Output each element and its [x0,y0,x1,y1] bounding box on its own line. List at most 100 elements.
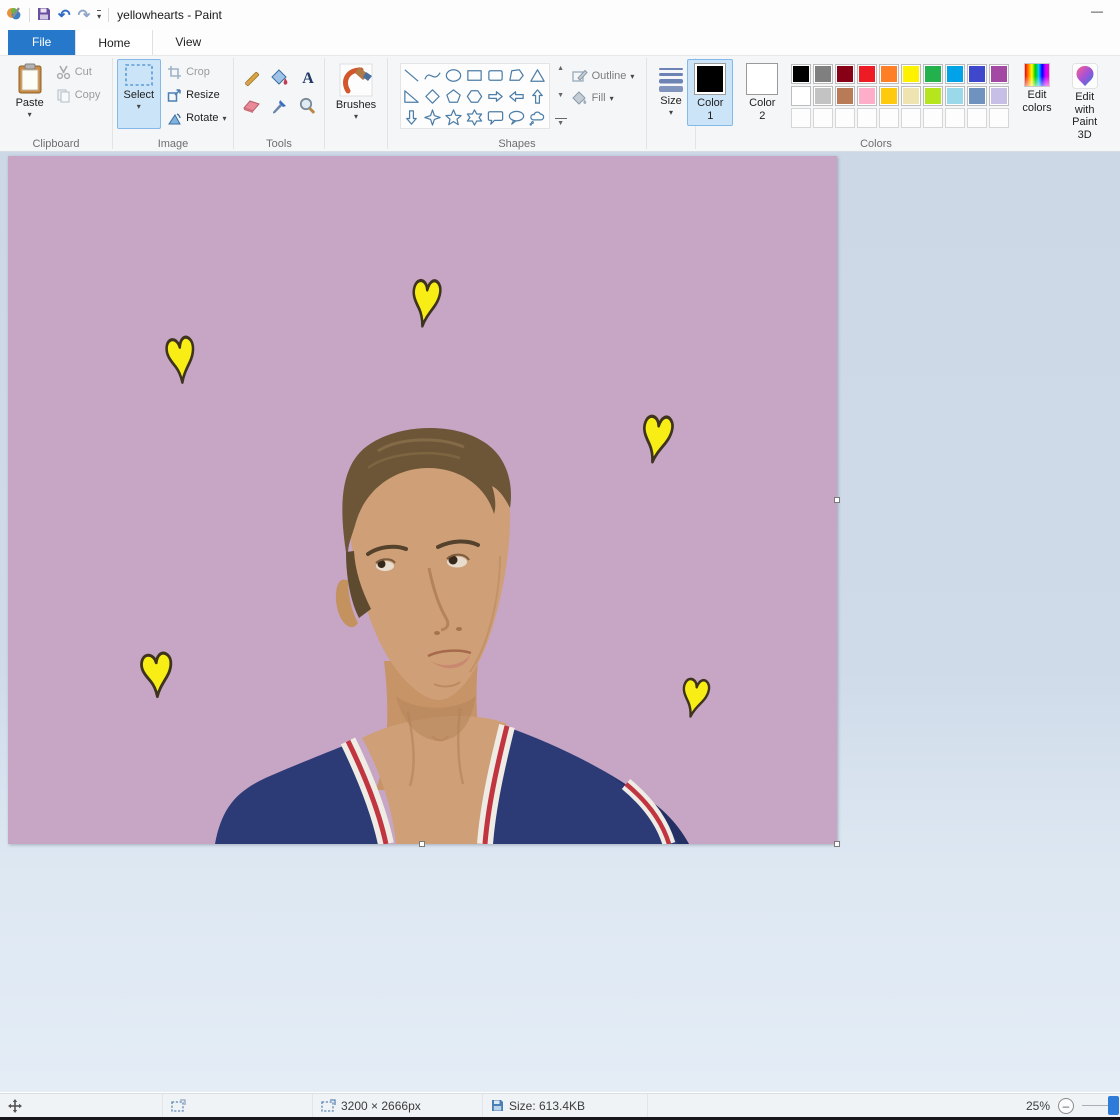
paste-icon [17,63,43,95]
heart-drawing [141,653,173,698]
palette-empty-slot[interactable] [791,108,811,128]
canvas-resize-handle-corner[interactable] [834,841,840,847]
shape-rectangle-button[interactable] [465,65,485,85]
shape-right-triangle-button[interactable] [402,86,422,106]
palette-color-swatch[interactable] [967,64,987,84]
tab-file[interactable]: File [8,29,75,55]
shape-right-arrow-button[interactable] [486,86,506,106]
palette-color-swatch[interactable] [945,64,965,84]
shape-rounded-rectangle-callout-button[interactable] [486,107,506,127]
shape-polygon-button[interactable] [507,65,527,85]
fill-with-color-tool-button[interactable] [267,65,291,89]
eraser-tool-button[interactable] [239,93,263,117]
palette-empty-slot[interactable] [813,108,833,128]
palette-color-swatch[interactable] [923,64,943,84]
shape-line-button[interactable] [402,65,422,85]
shape-four-point-star-button[interactable] [423,107,443,127]
palette-color-swatch[interactable] [813,86,833,106]
palette-color-swatch[interactable] [901,64,921,84]
shape-rounded-rectangle-button[interactable] [486,65,506,85]
fill-button[interactable]: Fill ▾ [572,91,635,105]
canvas-resize-handle-bottom[interactable] [419,841,425,847]
rotate-button[interactable]: Rotate ▾ [164,107,229,129]
shape-down-arrow-button[interactable] [402,107,422,127]
quick-access-toolbar: ↶ ↷ ▾ [6,6,109,25]
redo-button[interactable]: ↷ [78,8,91,23]
brushes-button[interactable]: Brushes ▾ [329,59,383,125]
palette-color-swatch[interactable] [989,64,1009,84]
palette-color-swatch[interactable] [835,64,855,84]
shape-left-arrow-icon [507,87,526,106]
select-dropdown-icon: ▾ [137,102,141,111]
color2-button[interactable]: Color2 [739,59,785,126]
save-button[interactable] [37,7,51,23]
palette-color-swatch[interactable] [923,86,943,106]
shape-triangle-button[interactable] [528,65,548,85]
shapes-scroll-up-button[interactable]: ▲ [555,65,567,72]
shape-cloud-callout-button[interactable] [528,107,548,127]
shape-diamond-button[interactable] [423,86,443,106]
edit-with-paint3d-button[interactable]: Edit withPaint 3D [1065,59,1105,146]
edit-colors-button[interactable]: Editcolors [1015,59,1058,118]
paste-button[interactable]: Paste ▾ [9,59,51,123]
shape-left-arrow-button[interactable] [507,86,527,106]
color1-button[interactable]: Color1 [687,59,733,126]
shapes-more-button[interactable]: ▼ [555,118,567,127]
palette-color-swatch[interactable] [857,64,877,84]
palette-empty-slot[interactable] [857,108,877,128]
text-tool-button[interactable]: A [295,65,319,89]
palette-empty-slot[interactable] [923,108,943,128]
qat-customize-button[interactable]: ▾ [97,10,101,21]
resize-button[interactable]: Resize [164,84,229,106]
palette-color-swatch[interactable] [879,64,899,84]
palette-color-swatch[interactable] [901,86,921,106]
shapes-scroll-down-button[interactable]: ▼ [555,92,567,99]
canvas[interactable] [8,156,837,844]
palette-color-swatch[interactable] [791,86,811,106]
shape-pentagon-button[interactable] [444,86,464,106]
palette-empty-slot[interactable] [835,108,855,128]
palette-empty-slot[interactable] [879,108,899,128]
group-brushes: Brushes ▾ [325,56,387,151]
shape-five-point-star-button[interactable] [444,107,464,127]
rotate-label: Rotate [186,112,218,124]
palette-empty-slot[interactable] [945,108,965,128]
crop-button[interactable]: Crop [164,61,229,83]
undo-button[interactable]: ↶ [58,8,71,23]
shape-curve-button[interactable] [423,65,443,85]
palette-color-swatch[interactable] [791,64,811,84]
palette-empty-slot[interactable] [967,108,987,128]
edit-colors-icon [1024,63,1050,87]
palette-color-swatch[interactable] [967,86,987,106]
shape-oval-button[interactable] [444,65,464,85]
copy-button[interactable]: Copy [53,84,104,106]
palette-color-swatch[interactable] [835,86,855,106]
canvas-resize-handle-right[interactable] [834,497,840,503]
palette-color-swatch[interactable] [879,86,899,106]
palette-color-swatch[interactable] [813,64,833,84]
palette-color-swatch[interactable] [989,86,1009,106]
tab-home[interactable]: Home [75,29,153,55]
palette-color-swatch[interactable] [945,86,965,106]
palette-empty-slot[interactable] [989,108,1009,128]
zoom-out-button[interactable]: – [1058,1098,1074,1114]
color-picker-tool-button[interactable] [267,93,291,117]
tab-view[interactable]: View [153,29,223,55]
select-button[interactable]: Select ▾ [117,59,162,129]
shape-six-point-star-button[interactable] [465,107,485,127]
pencil-tool-button[interactable] [239,65,263,89]
outline-icon [572,69,588,83]
outline-dropdown-icon: ▾ [630,72,634,81]
palette-empty-slot[interactable] [901,108,921,128]
palette-color-swatch[interactable] [857,86,877,106]
shape-up-arrow-button[interactable] [528,86,548,106]
zoom-slider-thumb[interactable] [1108,1096,1119,1115]
shape-right-triangle-icon [402,87,421,106]
cut-button[interactable]: Cut [53,61,104,83]
minimize-button[interactable]: — [1086,4,1108,18]
shape-oval-callout-button[interactable] [507,107,527,127]
shape-hexagon-button[interactable] [465,86,485,106]
zoom-slider[interactable] [1082,1105,1116,1106]
outline-button[interactable]: Outline ▾ [572,69,635,83]
magnifier-tool-button[interactable] [295,93,319,117]
